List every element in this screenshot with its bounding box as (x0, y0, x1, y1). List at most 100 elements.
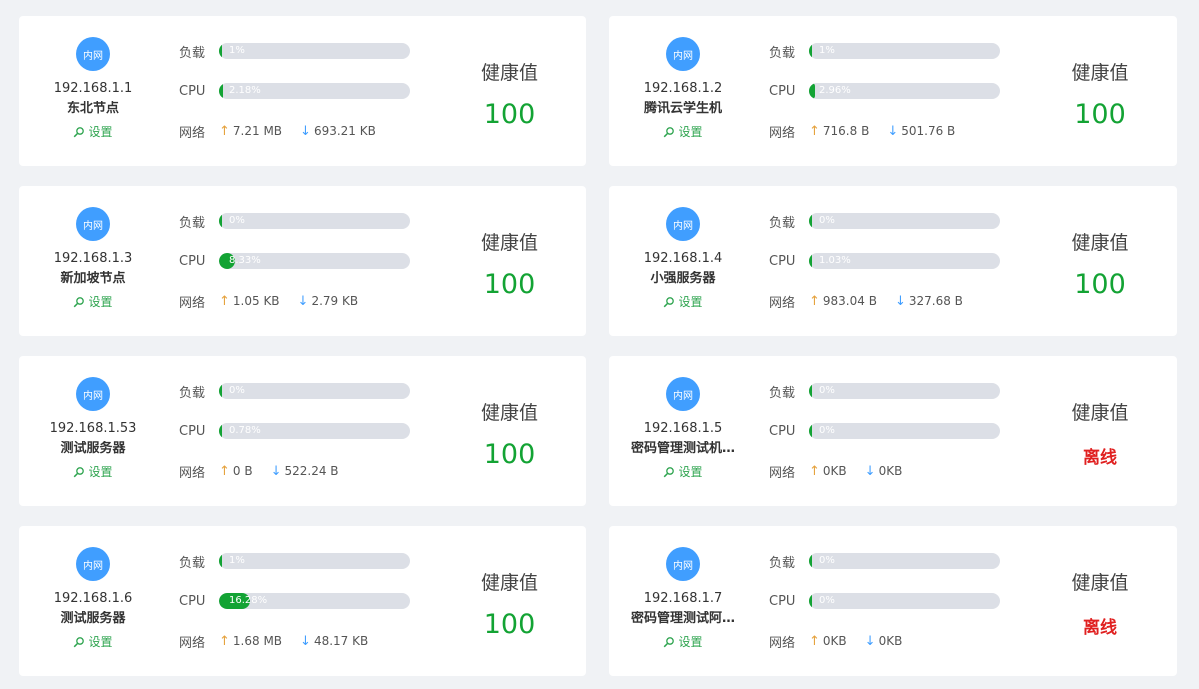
cpu-percent: 2.96% (819, 85, 851, 96)
health-label: 健康值 (480, 572, 538, 594)
health-panel: 健康值 离线 (1023, 356, 1177, 506)
load-row: 负载 1% (179, 42, 433, 61)
intranet-badge: 内网 (666, 377, 700, 411)
arrow-up-icon: ↑ (219, 463, 230, 479)
server-name: 东北节点 (66, 101, 119, 116)
health-panel: 健康值 100 (433, 186, 586, 336)
arrow-up-icon: ↑ (809, 463, 820, 479)
server-card: 内网 192.168.1.4 小强服务器 设置 负载 0% CPU 1.03% (609, 186, 1177, 336)
settings-icon (664, 126, 675, 137)
settings-button[interactable]: 设置 (663, 633, 703, 650)
cpu-bar: 0% (809, 593, 1000, 609)
cpu-row: CPU 16.28% (179, 592, 433, 610)
server-metrics: 负载 0% CPU 8.33% 网络 ↑ 1.05 KB ↓ 2.79 KB (167, 186, 433, 336)
settings-label: 设置 (88, 295, 113, 309)
network-row: 网络 ↑ 1.68 MB ↓ 48.17 KB (179, 632, 433, 651)
arrow-up-icon: ↑ (219, 123, 230, 139)
arrow-down-icon: ↓ (894, 293, 906, 309)
settings-button[interactable]: 设置 (663, 123, 703, 140)
network-row: 网络 ↑ 716.8 B ↓ 501.76 B (769, 122, 1023, 141)
arrow-down-icon: ↓ (300, 123, 311, 139)
server-info: 内网 192.168.1.7 密码管理测试阿… 设置 (609, 526, 757, 676)
load-bar-fill (219, 213, 222, 229)
network-label: 网络 (769, 125, 796, 141)
settings-icon (74, 636, 85, 647)
intranet-badge: 内网 (76, 547, 110, 581)
settings-label: 设置 (678, 465, 703, 479)
server-info: 内网 192.168.1.1 东北节点 设置 (19, 16, 167, 166)
download-value: 522.24 B (284, 464, 339, 478)
cpu-bar: 2.96% (809, 83, 1000, 99)
settings-button[interactable]: 设置 (73, 293, 113, 310)
cpu-percent: 2.18% (229, 85, 261, 96)
settings-button[interactable]: 设置 (663, 463, 703, 480)
cpu-percent: 0% (819, 595, 835, 606)
server-ip: 192.168.1.53 (49, 421, 137, 436)
network-values: ↑ 1.05 KB ↓ 2.79 KB (219, 294, 358, 309)
load-row: 负载 0% (179, 382, 433, 401)
upload-value: 1.68 MB (232, 634, 283, 648)
settings-label: 设置 (88, 465, 113, 479)
upload-value: 716.8 B (822, 124, 870, 138)
health-value: 100 (483, 609, 536, 640)
intranet-badge: 内网 (666, 37, 700, 71)
arrow-down-icon: ↓ (270, 463, 282, 479)
load-row: 负载 0% (769, 382, 1023, 401)
cpu-percent: 0.78% (229, 425, 261, 436)
cpu-bar-fill (809, 593, 812, 609)
network-row: 网络 ↑ 0KB ↓ 0KB (769, 632, 1023, 651)
download-value: 693.21 KB (313, 124, 376, 138)
health-label: 健康值 (480, 62, 538, 84)
cpu-bar-fill (809, 423, 812, 439)
health-value: 100 (1074, 99, 1126, 130)
network-values: ↑ 716.8 B ↓ 501.76 B (809, 124, 955, 139)
network-label: 网络 (179, 295, 206, 311)
network-row: 网络 ↑ 0KB ↓ 0KB (769, 462, 1023, 481)
network-row: 网络 ↑ 7.21 MB ↓ 693.21 KB (179, 122, 433, 141)
server-metrics: 负载 1% CPU 2.96% 网络 ↑ 716.8 B ↓ 501.76 B (757, 16, 1023, 166)
download-value: 2.79 KB (311, 294, 359, 308)
network-label: 网络 (769, 635, 796, 651)
health-label: 健康值 (1071, 232, 1129, 254)
load-label: 负载 (179, 215, 206, 231)
load-label: 负载 (179, 45, 206, 61)
cpu-bar-fill (809, 83, 815, 99)
load-percent: 1% (229, 45, 245, 56)
upload-value: 0KB (822, 464, 847, 478)
cpu-bar-fill (809, 253, 812, 269)
cpu-bar-fill (219, 83, 224, 99)
settings-label: 设置 (678, 635, 703, 649)
arrow-down-icon: ↓ (300, 633, 311, 649)
settings-button[interactable]: 设置 (73, 463, 113, 480)
health-label: 健康值 (1071, 62, 1129, 84)
load-percent: 0% (819, 385, 835, 396)
load-bar-fill (809, 383, 812, 399)
health-value: 100 (483, 99, 536, 130)
load-bar: 0% (809, 553, 1000, 569)
health-value: 100 (483, 269, 536, 300)
download-value: 0KB (878, 634, 903, 648)
offline-status: 离线 (1083, 618, 1117, 638)
cpu-row: CPU 2.18% (179, 82, 433, 100)
server-card: 内网 192.168.1.1 东北节点 设置 负载 1% CPU 2.18% 网… (19, 16, 586, 166)
health-panel: 健康值 100 (433, 356, 586, 506)
server-card: 内网 192.168.1.2 腾讯云学生机 设置 负载 1% CPU 2.96% (609, 16, 1177, 166)
settings-button[interactable]: 设置 (73, 633, 113, 650)
health-panel: 健康值 100 (433, 16, 586, 166)
intranet-badge: 内网 (666, 207, 700, 241)
settings-button[interactable]: 设置 (73, 123, 113, 140)
health-value: 100 (483, 439, 536, 470)
cpu-row: CPU 2.96% (769, 82, 1023, 100)
cpu-percent: 0% (819, 425, 835, 436)
network-values: ↑ 0 B ↓ 522.24 B (219, 464, 339, 479)
network-label: 网络 (179, 635, 206, 651)
arrow-down-icon: ↓ (864, 463, 876, 479)
intranet-badge: 内网 (76, 37, 110, 71)
settings-button[interactable]: 设置 (663, 293, 703, 310)
network-row: 网络 ↑ 0 B ↓ 522.24 B (179, 462, 433, 481)
network-values: ↑ 0KB ↓ 0KB (809, 464, 902, 479)
download-value: 48.17 KB (313, 634, 369, 648)
load-percent: 0% (819, 555, 835, 566)
load-percent: 1% (819, 45, 835, 56)
load-label: 负载 (769, 215, 796, 231)
